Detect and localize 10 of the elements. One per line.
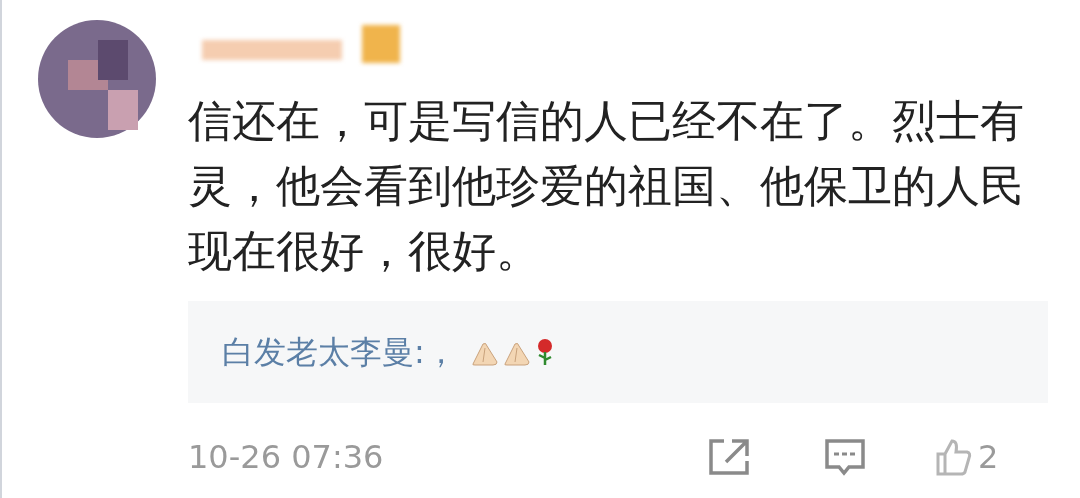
avatar[interactable] bbox=[38, 20, 156, 138]
timestamp: 10-26 07:36 bbox=[188, 437, 385, 478]
like-count: 2 bbox=[978, 437, 999, 478]
thumbs-up-icon[interactable] bbox=[934, 438, 972, 476]
reply-author[interactable]: 白发老太李曼 bbox=[222, 333, 414, 371]
badge-blur bbox=[362, 25, 400, 63]
comment-icon[interactable] bbox=[824, 438, 866, 476]
share-icon[interactable] bbox=[708, 439, 750, 475]
reply-text: 白发老太李曼:， bbox=[222, 332, 457, 373]
comment-text: 信还在，可是写信的人已经不在了。烈士有灵，他会看到他珍爱的祖国、他保卫的人民现在很好，很好。 bbox=[188, 94, 1025, 278]
